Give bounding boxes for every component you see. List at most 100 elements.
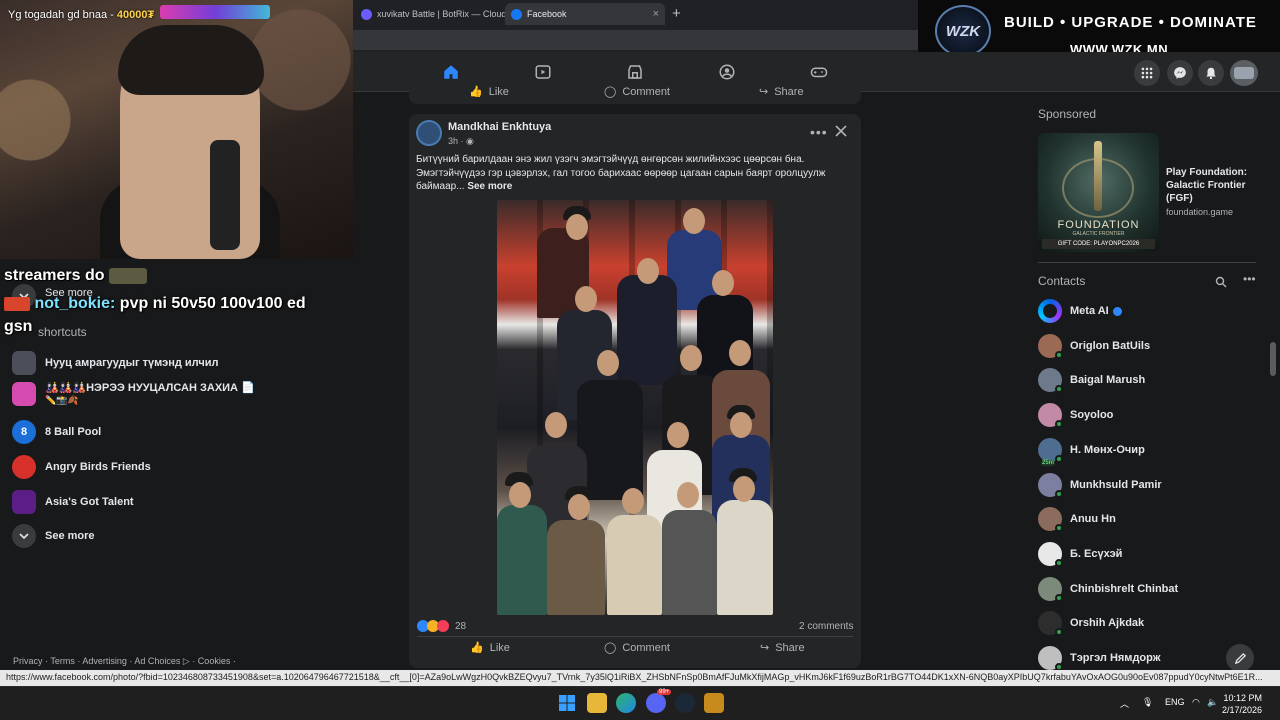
- reaction-summary[interactable]: 28: [417, 620, 466, 632]
- ad-domain[interactable]: foundation.game: [1166, 207, 1233, 217]
- post-text: Битүүний барилдаан энэ жил үзэгч эмэгтэй…: [416, 153, 848, 194]
- divider: [1038, 262, 1256, 263]
- avatar: [1038, 576, 1063, 602]
- ad-title[interactable]: Play Foundation: Galactic Frontier (FGF): [1166, 166, 1266, 205]
- contact-name: Munkhsuld Pamir: [1070, 478, 1162, 491]
- post-author[interactable]: Mandkhai Enkhtuya: [448, 121, 551, 133]
- last-active-badge: 25m: [1041, 459, 1056, 466]
- online-status-dot: [1055, 524, 1063, 533]
- contact-item[interactable]: 25m Н. Мөнх-Очир: [1038, 435, 1145, 466]
- shortcut-item[interactable]: Asia's Got Talent: [12, 487, 134, 517]
- new-message-button[interactable]: [1226, 644, 1254, 672]
- chat-badge-icon: [4, 296, 30, 311]
- video-icon[interactable]: [532, 62, 554, 82]
- contact-item[interactable]: Тэргэл Нямдорж: [1038, 643, 1161, 673]
- contact-name: Тэргэл Нямдорж: [1070, 652, 1161, 664]
- contact-item[interactable]: Б. Есүхэй: [1038, 539, 1122, 569]
- wifi-icon[interactable]: ◠: [1192, 697, 1200, 708]
- share-button[interactable]: ↪ Share: [759, 85, 804, 99]
- groups-icon[interactable]: [716, 62, 738, 82]
- tab-label: Facebook: [527, 9, 567, 19]
- contact-item[interactable]: Orshih Ajkdak: [1038, 608, 1144, 638]
- eight-ball-icon: 8: [12, 420, 36, 444]
- comment-label: Comment: [622, 85, 670, 98]
- close-post-icon[interactable]: [835, 124, 849, 140]
- chevron-up-icon[interactable]: ︿: [1120, 697, 1129, 710]
- see-more-link[interactable]: See more: [467, 181, 512, 192]
- app-icon[interactable]: [704, 693, 724, 713]
- contact-item[interactable]: Chinbishrelt Chinbat: [1038, 574, 1178, 604]
- previous-post-actions: 👍 Like ◯ Comment ↪ Share: [409, 80, 861, 104]
- online-status-dot: [1055, 420, 1063, 429]
- shortcut-thumbnail-icon: [12, 351, 36, 375]
- like-button[interactable]: 👍 Like: [469, 85, 509, 99]
- comment-count[interactable]: 2 comments: [799, 621, 853, 632]
- contact-item[interactable]: Baigal Marush: [1038, 365, 1145, 395]
- messenger-button[interactable]: [1167, 60, 1193, 86]
- edge-browser-icon[interactable]: [616, 693, 636, 713]
- author-avatar[interactable]: [416, 120, 442, 146]
- donation-text: Yg togadah gd bnaa -: [8, 9, 117, 21]
- share-icon: ↪: [759, 86, 769, 98]
- contact-item[interactable]: Origlon BatUils: [1038, 331, 1150, 361]
- online-status-dot: [1055, 593, 1063, 602]
- like-button[interactable]: 👍 Like: [470, 641, 510, 655]
- online-status-dot: [1055, 454, 1063, 463]
- comment-button[interactable]: ◯ Comment: [604, 641, 670, 655]
- contacts-options-icon[interactable]: •••: [1243, 272, 1256, 286]
- start-icon[interactable]: [557, 693, 577, 713]
- webcam-overlay: Yg togadah gd bnaa - 40000₮: [0, 0, 353, 259]
- home-icon[interactable]: [440, 62, 462, 82]
- chat-line: streamers do: [4, 267, 105, 284]
- footer-links[interactable]: Privacy · Terms · Advertising · Ad Choic…: [13, 656, 236, 667]
- donation-alert: Yg togadah gd bnaa - 40000₮: [8, 9, 154, 21]
- language-indicator[interactable]: ENG: [1165, 697, 1185, 707]
- gaming-icon[interactable]: [808, 62, 830, 82]
- microphone-icon[interactable]: 🎙: [1142, 697, 1153, 708]
- clock-date: 2/17/2026: [1222, 705, 1263, 715]
- close-tab-icon[interactable]: ×: [653, 8, 659, 20]
- post-photo[interactable]: [497, 200, 773, 615]
- contact-item[interactable]: Meta AI: [1038, 296, 1122, 326]
- shortcut-item[interactable]: 🎎🎎🎎НЭРЭЭ НУУЦАЛСАН ЗАХИА 📄 ✏️📸🍂: [12, 382, 255, 412]
- shortcut-item[interactable]: Нууц амрагуудыг түмэнд илчил: [12, 348, 219, 378]
- post-time[interactable]: 3h · ◉: [448, 136, 474, 147]
- shortcut-sublabel: ✏️📸🍂: [45, 395, 79, 405]
- streamer-hair: [118, 25, 264, 95]
- see-more-label: See more: [45, 530, 95, 542]
- address-bar[interactable]: [353, 30, 918, 50]
- volume-icon[interactable]: 🔈: [1207, 697, 1218, 708]
- love-reaction-icon: [437, 620, 449, 632]
- shortcut-thumbnail-icon: [12, 382, 36, 406]
- contact-name: Orshih Ajkdak: [1070, 617, 1145, 630]
- new-tab-button[interactable]: +: [672, 5, 681, 22]
- menu-grid-button[interactable]: [1134, 60, 1160, 86]
- steam-icon[interactable]: [675, 693, 695, 713]
- compose-icon: [1234, 652, 1246, 664]
- discord-icon[interactable]: 99+: [646, 689, 672, 713]
- system-clock[interactable]: 10:12 PM 2/17/2026: [1222, 692, 1262, 716]
- contact-item[interactable]: Munkhsuld Pamir: [1038, 470, 1162, 500]
- profile-avatar-button[interactable]: [1230, 60, 1258, 86]
- notifications-button[interactable]: [1198, 60, 1224, 86]
- comment-button[interactable]: ◯ Comment: [604, 85, 670, 99]
- scrollbar-thumb[interactable]: [1270, 342, 1276, 376]
- see-more-shortcuts[interactable]: See more: [12, 521, 95, 551]
- contact-item[interactable]: Soyoloo: [1038, 400, 1113, 430]
- shortcut-item[interactable]: Angry Birds Friends: [12, 452, 151, 482]
- ad-image-title: FOUNDATION: [1057, 219, 1140, 231]
- clock-time: 10:12 PM: [1223, 693, 1263, 703]
- led-strip: [160, 5, 270, 19]
- like-label: Like: [488, 85, 509, 98]
- contact-item[interactable]: Anuu Hn: [1038, 504, 1116, 534]
- marketplace-icon[interactable]: [624, 62, 646, 82]
- facebook-favicon-icon: [511, 8, 522, 20]
- sponsored-ad-image[interactable]: FOUNDATION GALACTIC FRONTIER GIFT CODE: …: [1038, 133, 1159, 252]
- file-explorer-icon[interactable]: [587, 693, 607, 713]
- shortcut-item[interactable]: 8 8 Ball Pool: [12, 417, 101, 447]
- shortcut-label: 8 Ball Pool: [45, 426, 102, 438]
- search-contacts-icon[interactable]: [1215, 275, 1229, 289]
- more-options-icon[interactable]: •••: [810, 124, 828, 140]
- share-button[interactable]: ↪ Share: [760, 641, 805, 655]
- tab-facebook[interactable]: Facebook ×: [505, 3, 665, 25]
